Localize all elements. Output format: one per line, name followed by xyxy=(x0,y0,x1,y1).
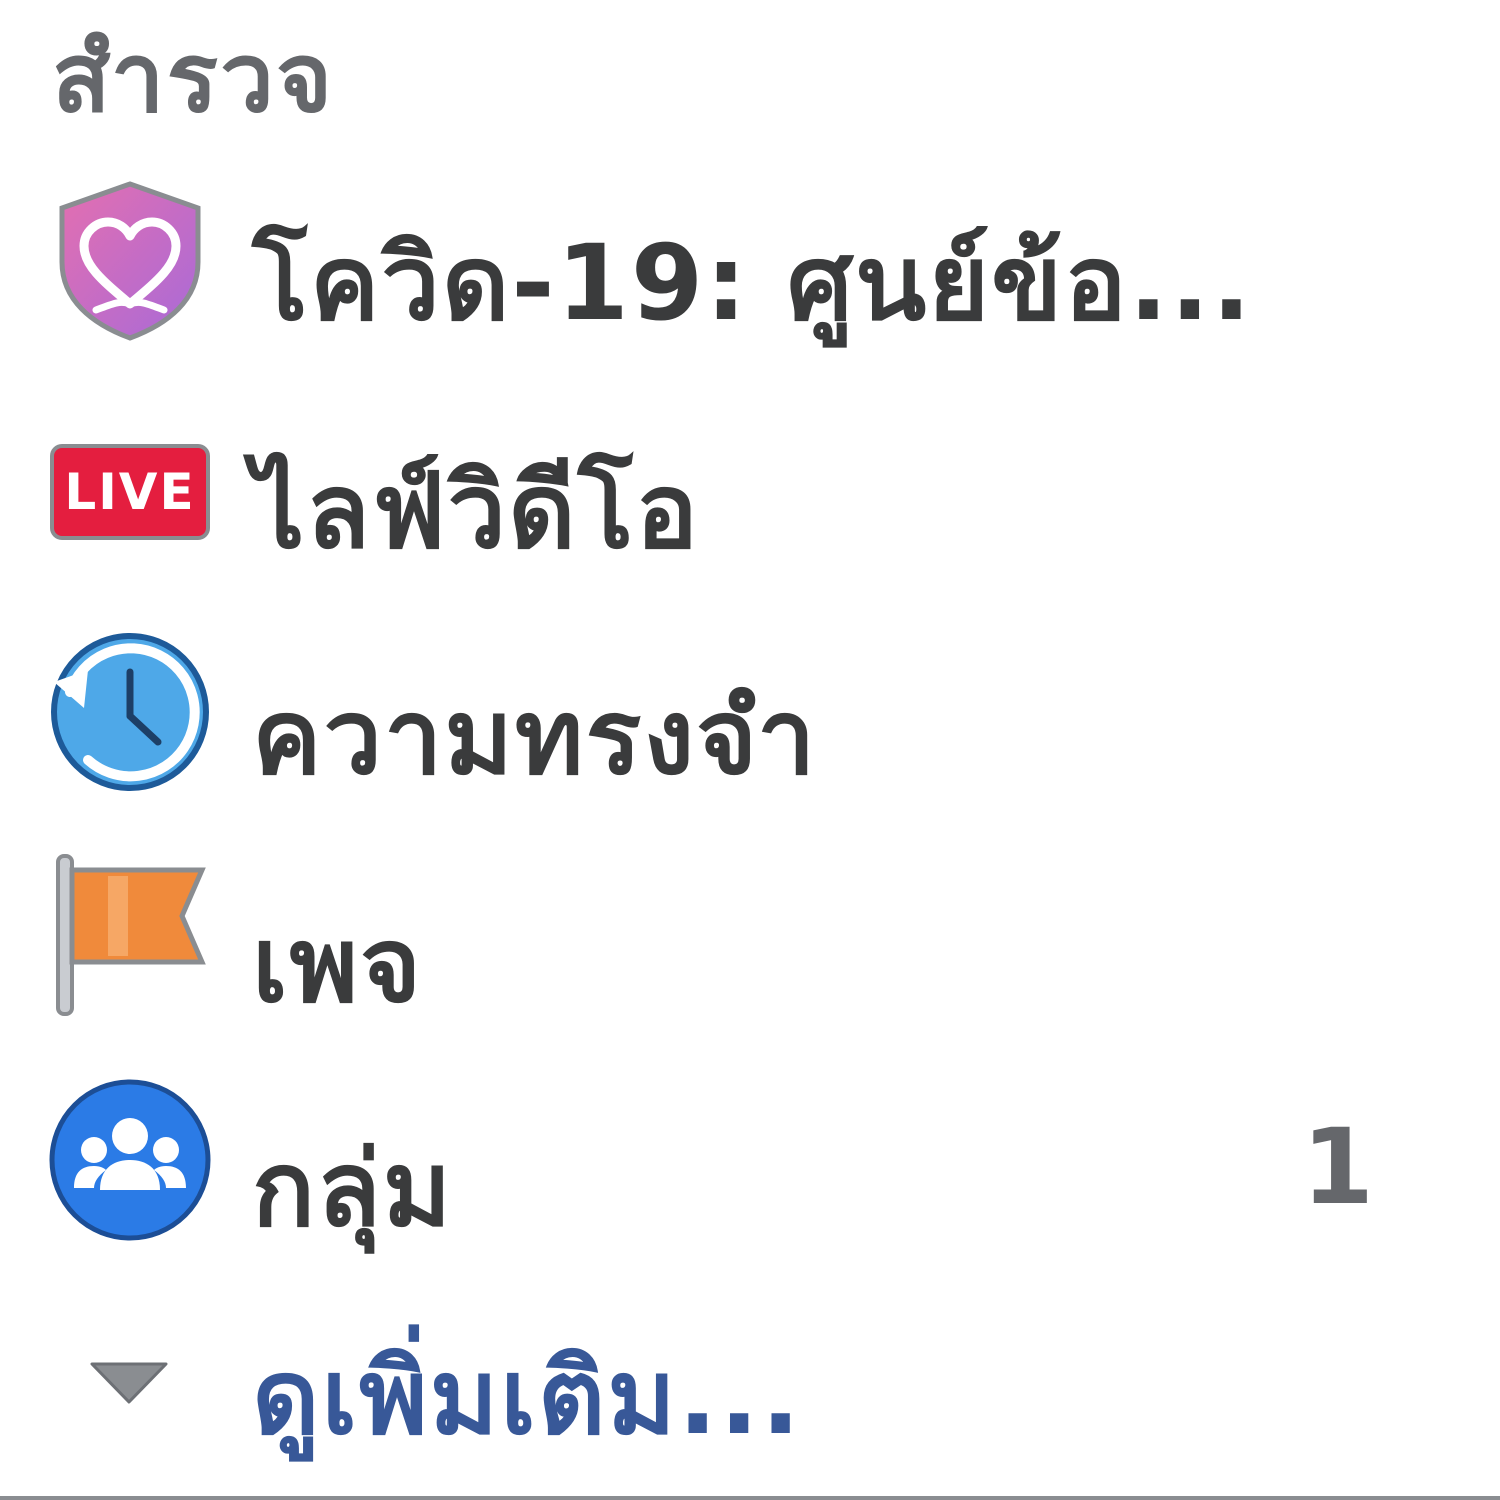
groups-icon xyxy=(48,1078,212,1242)
menu-item-live-video[interactable]: LIVE ไลฟ์วิดีโอ xyxy=(0,392,1500,592)
menu-item-label: เพจ xyxy=(252,904,424,1026)
flag-icon xyxy=(48,854,212,1018)
live-icon: LIVE xyxy=(48,410,212,574)
menu-item-label: โควิด-19: ศูนย์ข้อ... xyxy=(252,222,1254,344)
menu-item-label: กลุ่ม xyxy=(252,1128,454,1250)
memories-clock-icon xyxy=(48,630,212,794)
menu-item-memories[interactable]: ความทรงจำ xyxy=(0,616,1500,816)
see-more-button[interactable]: ดูเพิ่มเติม... xyxy=(0,1280,1500,1480)
live-badge: LIVE xyxy=(50,444,210,540)
section-title: สำรวจ xyxy=(52,22,335,134)
menu-item-covid[interactable]: โควิด-19: ศูนย์ข้อ... xyxy=(0,160,1500,360)
explore-panel: สำรวจ โควิด-19: ศูนย์ข้อ... LIVE ไลฟ์วิด… xyxy=(0,0,1500,1500)
menu-item-groups[interactable]: กลุ่ม 1 xyxy=(0,1064,1500,1264)
divider xyxy=(0,1496,1500,1500)
covid-shield-heart-icon xyxy=(48,178,212,342)
menu-item-pages[interactable]: เพจ xyxy=(0,840,1500,1040)
notification-count: 1 xyxy=(1301,1106,1374,1228)
chevron-down-icon xyxy=(48,1292,212,1456)
menu-item-label: ความทรงจำ xyxy=(252,676,818,798)
menu-item-label: ไลฟ์วิดีโอ xyxy=(252,450,700,572)
see-more-label: ดูเพิ่มเติม... xyxy=(252,1336,803,1458)
